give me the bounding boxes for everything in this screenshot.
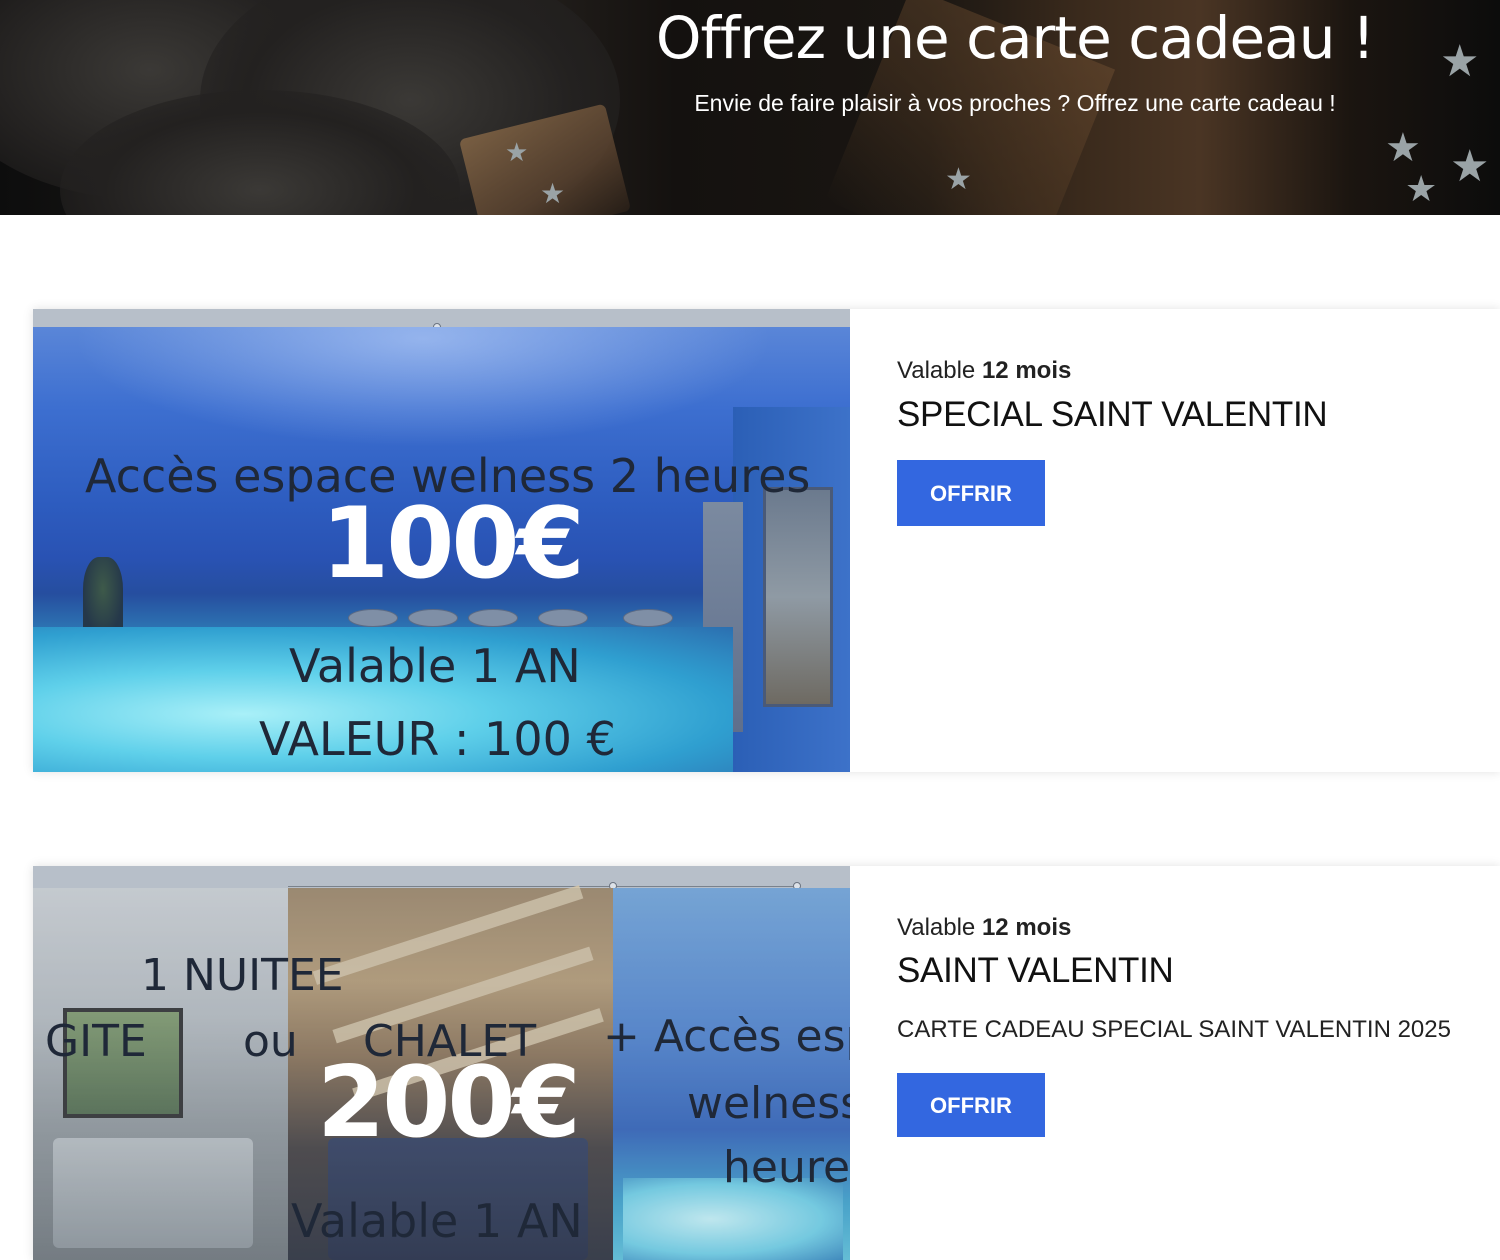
validity-text: Valable 12 mois	[897, 357, 1071, 385]
gift-card-image: 1 NUITEE GITE ou CHALET + Accès esp weln…	[33, 866, 850, 1260]
image-caption-welness: welness	[687, 1078, 850, 1129]
star-icon: ★	[1385, 125, 1421, 171]
validity-value: 12 mois	[981, 357, 1072, 384]
star-icon: ★	[1405, 169, 1438, 210]
ceiling-light	[73, 327, 773, 447]
image-caption-validity: Valable 1 AN	[291, 1194, 583, 1248]
gift-card-title: SAINT VALENTIN	[897, 951, 1174, 990]
image-caption-or: ou	[243, 1016, 298, 1067]
gift-card-item: Accès espace welness 2 heures 100€ Valab…	[33, 309, 1500, 772]
image-top-band	[33, 309, 850, 327]
lounger	[408, 609, 458, 627]
image-top-band	[33, 866, 850, 888]
image-caption-gite: GITE	[45, 1016, 147, 1067]
lounger	[538, 609, 588, 627]
image-caption-validity: Valable 1 AN	[289, 639, 581, 693]
validity-text: Valable 12 mois	[897, 914, 1071, 942]
lounger	[623, 609, 673, 627]
image-caption-price: 200€	[317, 1046, 581, 1160]
validity-value: 12 mois	[981, 914, 1072, 941]
star-icon: ★	[505, 138, 529, 168]
star-icon: ★	[540, 177, 566, 210]
lounger	[348, 609, 398, 627]
image-caption-night: 1 NUITEE	[141, 950, 344, 1001]
selection-line	[288, 886, 798, 887]
page-subtitle: Envie de faire plaisir à vos proches ? O…	[694, 90, 1336, 116]
offer-button[interactable]: OFFRIR	[897, 1073, 1045, 1137]
offer-button[interactable]: OFFRIR	[897, 460, 1045, 526]
plant	[83, 557, 123, 637]
gift-card-image: Accès espace welness 2 heures 100€ Valab…	[33, 309, 850, 772]
page-title: Offrez une carte cadeau !	[655, 4, 1375, 72]
image-caption-value: VALEUR : 100 €	[259, 712, 616, 766]
sauna-door	[763, 487, 833, 707]
star-icon: ★	[945, 162, 972, 197]
gift-card-item: 1 NUITEE GITE ou CHALET + Accès esp weln…	[33, 866, 1500, 1260]
star-icon: ★	[1440, 36, 1480, 87]
gift-card-title: SPECIAL SAINT VALENTIN	[897, 395, 1328, 434]
validity-prefix: Valable	[897, 357, 976, 384]
image-caption-hours: heure	[723, 1142, 850, 1193]
star-icon: ★	[1450, 141, 1490, 192]
lounger	[468, 609, 518, 627]
image-caption-price: 100€	[321, 487, 585, 601]
validity-prefix: Valable	[897, 914, 976, 941]
gift-card-description: CARTE CADEAU SPECIAL SAINT VALENTIN 2025	[897, 1016, 1451, 1043]
hero-banner: ★ ★ ★ ★ ★ ★ ★ Offrez une carte cadeau ! …	[0, 0, 1500, 215]
image-caption-spa-access: + Accès esp	[603, 1011, 850, 1062]
